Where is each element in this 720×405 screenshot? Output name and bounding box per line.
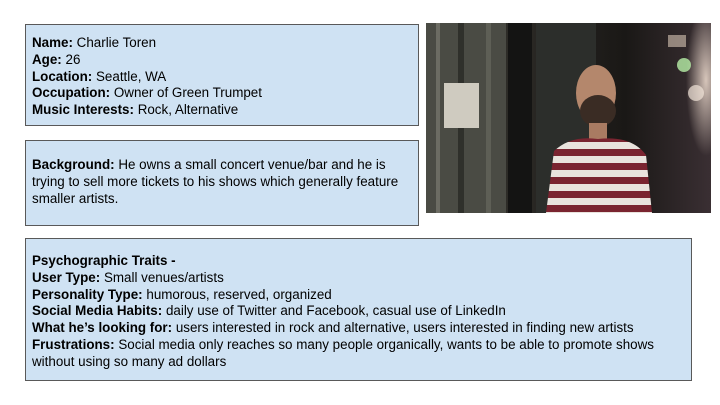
looking-for-value: users interested in rock and alternative…	[175, 320, 634, 336]
occupation-row: Occupation: Owner of Green Trumpet	[32, 85, 412, 102]
personality-value: humorous, reserved, organized	[146, 286, 332, 302]
background-label: Background:	[32, 157, 115, 172]
age-value: 26	[65, 51, 81, 67]
location-label: Location:	[32, 68, 93, 84]
psychographic-card: Psychographic Traits - User Type: Small …	[25, 238, 692, 381]
age-label: Age:	[32, 51, 62, 67]
music-label: Music Interests:	[32, 102, 134, 118]
social-media-label: Social Media Habits:	[32, 303, 163, 319]
social-media-value: daily use of Twitter and Facebook, casua…	[165, 303, 506, 319]
occupation-value: Owner of Green Trumpet	[113, 85, 262, 101]
looking-for-row: What he’s looking for: users interested …	[32, 320, 685, 337]
frustrations-row: Frustrations: Social media only reaches …	[32, 337, 687, 371]
user-type-row: User Type: Small venues/artists	[32, 270, 685, 287]
frustrations-value: Social media only reaches so many people…	[32, 336, 654, 369]
name-value: Charlie Toren	[76, 35, 157, 50]
personality-label: Personality Type:	[32, 286, 143, 302]
background-card: Background: He owns a small concert venu…	[25, 140, 419, 226]
music-value: Rock, Alternative	[137, 102, 239, 118]
name-row: Name: Charlie Toren	[32, 35, 412, 52]
location-value: Seattle, WA	[96, 68, 167, 84]
music-row: Music Interests: Rock, Alternative	[32, 102, 412, 119]
psychographic-heading: Psychographic Traits -	[32, 253, 685, 270]
frustrations-label: Frustrations:	[32, 336, 115, 352]
location-row: Location: Seattle, WA	[32, 69, 412, 86]
background-paragraph: Background: He owns a small concert venu…	[32, 157, 407, 207]
looking-for-label: What he’s looking for:	[32, 320, 173, 336]
user-type-value: Small venues/artists	[103, 269, 224, 285]
social-media-row: Social Media Habits: daily use of Twitte…	[32, 303, 685, 320]
personality-row: Personality Type: humorous, reserved, or…	[32, 287, 685, 304]
age-row: Age: 26	[32, 52, 412, 69]
persona-photo	[426, 23, 711, 213]
basic-info-card: Name: Charlie Toren Age: 26 Location: Se…	[25, 24, 419, 126]
occupation-label: Occupation:	[32, 85, 111, 101]
name-label: Name:	[32, 35, 73, 50]
psychographic-heading-text: Psychographic Traits -	[32, 253, 176, 268]
user-type-label: User Type:	[32, 269, 101, 285]
